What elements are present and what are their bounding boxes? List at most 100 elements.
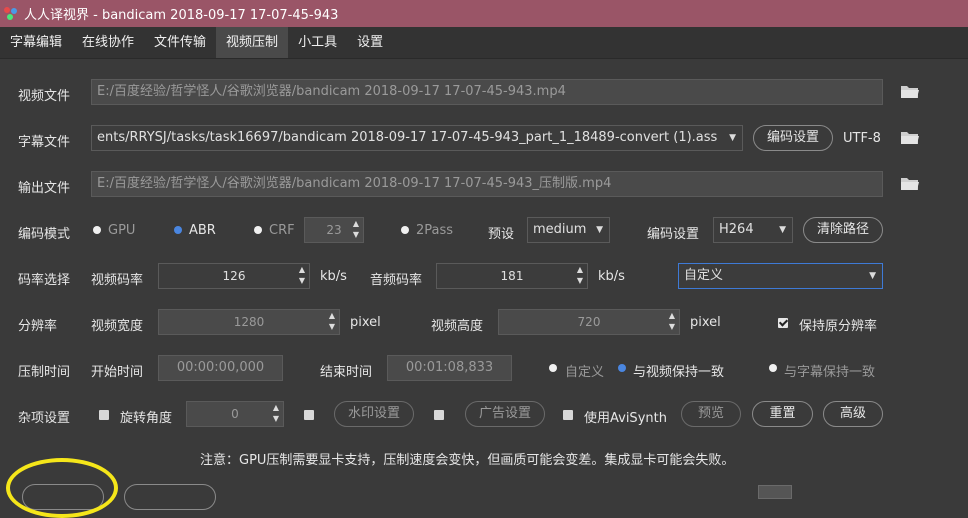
avisynth-label: 使用AviSynth [584,411,667,426]
app-logo-icon [4,6,18,21]
menu-subtitle-edit[interactable]: 字幕编辑 [0,27,72,58]
chevron-down-icon: ▼ [729,133,736,143]
subtitle-file-combo[interactable]: ents/RRYSJ/tasks/task16697/bandicam 2018… [91,125,743,151]
stepper-arrows-icon[interactable]: ▲ ▼ [665,310,679,334]
folder-icon[interactable] [901,85,919,98]
subtitle-file-label: 字幕文件 [18,135,71,150]
video-bitrate-label: 视频码率 [91,273,144,288]
avisynth-checkbox[interactable] [563,410,573,420]
video-bitrate-value: 126 [222,269,246,283]
video-height-label: 视频高度 [431,319,484,334]
watermark-settings-button[interactable]: 水印设置 [334,401,414,427]
menu-video-encode[interactable]: 视频压制 [216,27,289,58]
stepper-arrows-icon[interactable]: ▲ ▼ [349,218,363,242]
clear-path-button[interactable]: 清除路径 [803,217,883,243]
crf-stepper[interactable]: 23 ▲ ▼ [304,217,364,243]
radio-time-video[interactable] [618,364,626,372]
subtitle-file-value: ents/RRYSJ/tasks/task16697/bandicam 2018… [97,130,718,145]
end-time-input[interactable]: 00:01:08,833 [387,355,512,381]
audio-bitrate-value: 181 [500,269,524,283]
chevron-down-icon: ▼ [779,225,786,235]
preset-label: 预设 [488,227,515,242]
width-unit: pixel [350,315,381,330]
end-time-label: 结束时间 [320,365,373,380]
chevron-down-icon: ▼ [596,225,603,235]
crf-label: CRF [269,223,295,238]
radio-2pass[interactable] [401,226,409,234]
ad-checkbox[interactable] [434,410,444,420]
output-file-input[interactable]: E:/百度经验/哲学怪人/谷歌浏览器/bandicam 2018-09-17 1… [91,171,883,197]
preset-select[interactable]: medium ▼ [527,217,610,243]
codec-label: 编码设置 [647,227,700,242]
encode-time-label: 压制时间 [18,365,71,380]
video-width-label: 视频宽度 [91,319,144,334]
encoding-value: UTF-8 [843,131,881,146]
menu-settings[interactable]: 设置 [347,27,393,58]
video-width-stepper[interactable]: 1280 ▲ ▼ [158,309,340,335]
time-custom-label: 自定义 [565,365,605,380]
folder-icon[interactable] [901,131,919,144]
stepper-arrows-icon[interactable]: ▲ ▼ [325,310,339,334]
output-file-label: 输出文件 [18,181,71,196]
bottom-stepper[interactable] [758,485,792,499]
menu-bar: 字幕编辑 在线协作 文件传输 视频压制 小工具 设置 [0,27,968,59]
bottom-action-button-2[interactable] [124,484,216,510]
video-file-input[interactable]: E:/百度经验/哲学怪人/谷歌浏览器/bandicam 2018-09-17 1… [91,79,883,105]
rotate-checkbox[interactable] [99,410,109,420]
audio-bitrate-unit: kb/s [598,269,625,284]
audio-bitrate-stepper[interactable]: 181 ▲ ▼ [436,263,588,289]
abr-label: ABR [189,223,216,238]
preset-value: medium [533,222,587,237]
gpu-warning-note: 注意：GPU压制需要显卡支持，压制速度会变快，但画质可能会变差。集成显卡可能会失… [200,453,735,468]
reset-button[interactable]: 重置 [752,401,813,427]
watermark-checkbox[interactable] [304,410,314,420]
video-file-label: 视频文件 [18,89,71,104]
stepper-arrows-icon[interactable]: ▲ ▼ [573,264,587,288]
misc-label: 杂项设置 [18,411,71,426]
codec-select[interactable]: H264 ▼ [713,217,793,243]
radio-time-subtitle[interactable] [769,364,777,372]
encode-mode-label: 编码模式 [18,227,71,242]
rotate-label: 旋转角度 [120,411,173,426]
folder-icon[interactable] [901,177,919,190]
video-bitrate-stepper[interactable]: 126 ▲ ▼ [158,263,310,289]
ad-settings-button[interactable]: 广告设置 [465,401,545,427]
bitrate-mode-select[interactable]: 自定义 ▼ [678,263,883,289]
codec-value: H264 [719,222,754,237]
start-time-label: 开始时间 [91,365,144,380]
menu-online-collab[interactable]: 在线协作 [72,27,144,58]
video-height-value: 720 [577,315,601,329]
bitrate-label: 码率选择 [18,273,71,288]
window-title: 人人译视界 - bandicam 2018-09-17 17-07-45-943 [24,8,339,23]
stepper-arrows-icon[interactable]: ▲ ▼ [295,264,309,288]
video-height-stepper[interactable]: 720 ▲ ▼ [498,309,680,335]
twopass-label: 2Pass [416,223,454,238]
keep-resolution-label: 保持原分辨率 [799,319,878,334]
time-video-label: 与视频保持一致 [633,365,725,380]
chevron-down-icon: ▼ [869,271,876,281]
radio-abr[interactable] [174,226,182,234]
rotate-stepper[interactable]: 0 ▲ ▼ [186,401,284,427]
menu-tools[interactable]: 小工具 [288,27,347,58]
menu-file-transfer[interactable]: 文件传输 [144,27,216,58]
stepper-arrows-icon[interactable]: ▲ ▼ [269,402,283,426]
time-subtitle-label: 与字幕保持一致 [784,365,876,380]
keep-resolution-checkbox[interactable] [778,318,788,328]
radio-crf[interactable] [254,226,262,234]
preview-button[interactable]: 预览 [681,401,741,427]
advanced-button[interactable]: 高级 [823,401,883,427]
video-width-value: 1280 [233,315,265,329]
radio-time-custom[interactable] [549,364,557,372]
crf-value: 23 [326,223,342,237]
title-bar: 人人译视界 - bandicam 2018-09-17 17-07-45-943 [0,0,968,27]
bitrate-mode-value: 自定义 [684,268,724,283]
encoding-settings-button[interactable]: 编码设置 [753,125,833,151]
highlight-ring [6,458,118,518]
video-bitrate-unit: kb/s [320,269,347,284]
resolution-label: 分辨率 [18,319,58,334]
start-time-input[interactable]: 00:00:00,000 [158,355,283,381]
height-unit: pixel [690,315,721,330]
radio-gpu[interactable] [93,226,101,234]
rotate-value: 0 [231,407,239,421]
audio-bitrate-label: 音频码率 [370,273,423,288]
